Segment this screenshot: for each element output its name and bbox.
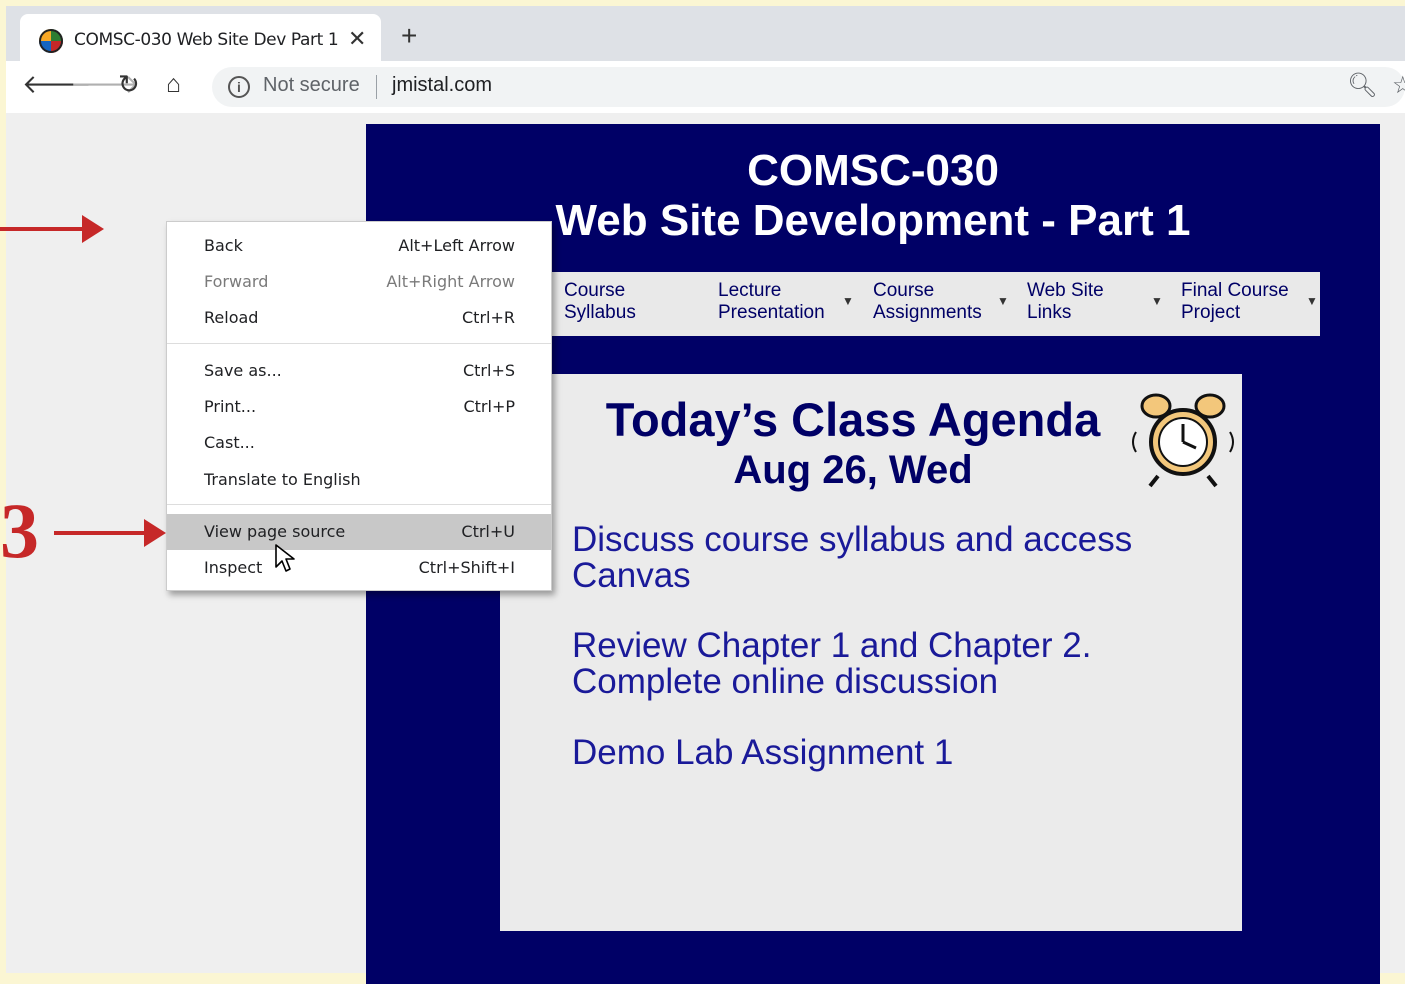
annotation-arrowhead-icon (82, 215, 104, 243)
ctx-reload[interactable]: Reload Ctrl+R (167, 300, 551, 336)
mouse-cursor-icon (275, 544, 295, 572)
agenda-item-line1: Discuss course syllabus and access (572, 520, 1133, 559)
ctx-translate[interactable]: Translate to English (167, 462, 551, 498)
agenda-item-line2: Canvas (572, 556, 691, 595)
ctx-label: View page source (204, 522, 346, 541)
home-icon[interactable]: ⌂ (166, 72, 181, 97)
ctx-shortcut: Ctrl+R (462, 308, 515, 327)
dropdown-caret-icon[interactable]: ▼ (1306, 294, 1318, 308)
agenda-item: Discuss course syllabus and access Canva… (572, 522, 1132, 594)
browser-tab-strip: COMSC-030 Web Site Dev Part 1 ✕ + (6, 6, 1405, 67)
dropdown-caret-icon[interactable]: ▼ (997, 294, 1009, 308)
site-title: COMSC-030 (747, 146, 999, 195)
ctx-inspect[interactable]: Inspect Ctrl+Shift+I (167, 550, 551, 586)
security-label[interactable]: Not secure (263, 74, 360, 97)
agenda-item: Review Chapter 1 and Chapter 2. Complete… (572, 628, 1091, 700)
ctx-label: Print... (204, 397, 257, 416)
ctx-label: Back (204, 236, 243, 255)
ctx-back[interactable]: Back Alt+Left Arrow (167, 228, 551, 264)
agenda-title: Today’s Class Agenda (605, 393, 1101, 446)
annotation-arrow (54, 531, 148, 535)
browser-tab[interactable]: COMSC-030 Web Site Dev Part 1 ✕ (20, 14, 381, 67)
ctx-shortcut: Ctrl+P (463, 397, 515, 416)
url-text[interactable]: jmistal.com (392, 74, 492, 97)
alarm-clock-icon (1132, 393, 1234, 488)
dropdown-caret-icon[interactable]: ▼ (842, 294, 854, 308)
ctx-separator (167, 343, 551, 344)
ctx-shortcut: Ctrl+S (462, 361, 515, 380)
menu-course-syllabus[interactable]: Course Syllabus (564, 280, 714, 324)
annotation-arrowhead-icon (144, 519, 166, 547)
ctx-label: Cast... (204, 433, 255, 452)
tab-close-icon[interactable]: ✕ (348, 26, 366, 52)
address-bar[interactable]: i Not secure jmistal.com 🔍︎ ☆ (212, 67, 1405, 107)
zoom-icon[interactable]: 🔍︎ (1347, 71, 1377, 100)
site-favicon-icon (39, 29, 63, 53)
new-tab-button[interactable]: + (401, 22, 417, 50)
ctx-shortcut: Alt+Right Arrow (386, 272, 515, 291)
ctx-label: Inspect (204, 558, 263, 577)
annotation-arrow (0, 227, 86, 231)
step-number: 3 (0, 487, 39, 574)
menu-label-line2: Syllabus (564, 302, 636, 323)
agenda-item: Demo Lab Assignment 1 (572, 735, 953, 771)
ctx-shortcut: Ctrl+U (461, 522, 515, 541)
info-icon[interactable]: i (228, 76, 250, 98)
ctx-shortcut: Ctrl+Shift+I (418, 558, 515, 577)
menu-label-line1: Course (564, 280, 626, 301)
browser-toolbar: 🡐 🡒 ↻ ⌂ i Not secure jmistal.com 🔍︎ ☆ (6, 61, 1405, 113)
ctx-view-page-source[interactable]: View page source Ctrl+U (167, 514, 551, 550)
agenda-date: Aug 26, Wed (733, 448, 973, 492)
agenda-item-line1: Review Chapter 1 and Chapter 2. (572, 626, 1092, 665)
ctx-forward[interactable]: Forward Alt+Right Arrow (167, 264, 551, 300)
ctx-print[interactable]: Print... Ctrl+P (167, 389, 551, 425)
context-menu: Back Alt+Left Arrow Forward Alt+Right Ar… (166, 221, 552, 591)
ctx-separator (167, 504, 551, 505)
ctx-label: Forward (204, 272, 269, 291)
address-separator (376, 75, 377, 99)
agenda-item-line1: Demo Lab Assignment 1 (572, 733, 954, 772)
dropdown-caret-icon[interactable]: ▼ (1151, 294, 1163, 308)
agenda-item-line2: Complete online discussion (572, 662, 999, 701)
ctx-shortcut: Alt+Left Arrow (398, 236, 515, 255)
ctx-label: Translate to English (204, 470, 361, 489)
agenda-panel: Today’s Class Agenda Aug 26, Wed Discuss… (500, 374, 1242, 931)
ctx-cast[interactable]: Cast... (167, 425, 551, 461)
ctx-label: Save as... (204, 361, 282, 380)
reload-icon[interactable]: ↻ (118, 71, 140, 97)
tab-title: COMSC-030 Web Site Dev Part 1 (74, 30, 339, 50)
ctx-label: Reload (204, 308, 259, 327)
site-nav-menu: Course Syllabus Lecture Presentation ▼ C… (550, 272, 1320, 336)
bookmark-star-icon[interactable]: ☆ (1392, 71, 1405, 100)
ctx-save-as[interactable]: Save as... Ctrl+S (167, 353, 551, 389)
